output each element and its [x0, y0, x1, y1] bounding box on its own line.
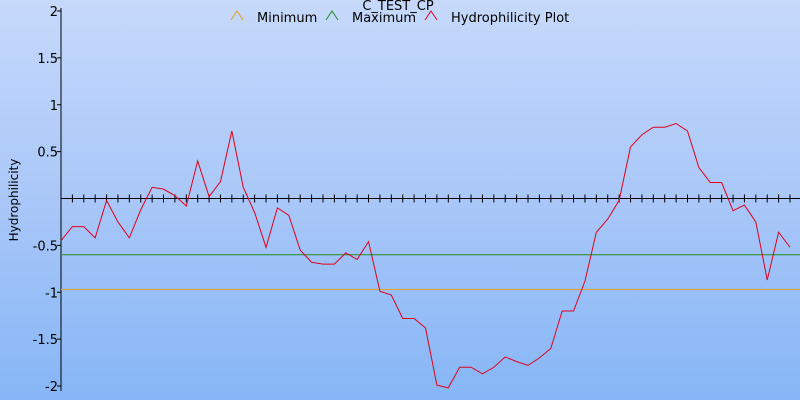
hydrophilicity-chart: C_TEST_CP Minimum Maximum Hydrophilicity…: [7, 0, 800, 395]
legend-item-maximum: Maximum: [325, 10, 416, 26]
y-tick-label-1: 1.5: [37, 52, 58, 67]
y-axis-title: Hydrophilicity: [7, 159, 21, 242]
legend-label-hydrophilicity: Hydrophilicity Plot: [451, 11, 569, 26]
plot-area: 2 1.5 1 0.5 -0.5 -1 -1.5 -2: [33, 5, 800, 395]
legend-label-maximum: Maximum: [352, 11, 416, 26]
legend-label-minimum: Minimum: [257, 11, 317, 26]
y-tick-label-5: -1: [45, 286, 58, 301]
legend-item-hydrophilicity: Hydrophilicity Plot: [424, 10, 569, 26]
y-tick-label-2: 1: [50, 99, 58, 114]
y-tick-label-0: 2: [50, 5, 58, 20]
y-tick-label-3: 0.5: [37, 146, 58, 161]
y-tick-label-7: -2: [45, 380, 58, 395]
y-tick-label-6: -1.5: [33, 333, 58, 348]
legend: Minimum Maximum Hydrophilicity Plot: [230, 10, 569, 26]
series-line-hydrophilicity-plot: [60, 122, 791, 389]
legend-swatch-maximum: [325, 10, 339, 21]
legend-swatch-minimum: [230, 10, 244, 21]
legend-item-minimum: Minimum: [230, 10, 317, 26]
y-tick-label-4: -0.5: [33, 239, 58, 254]
